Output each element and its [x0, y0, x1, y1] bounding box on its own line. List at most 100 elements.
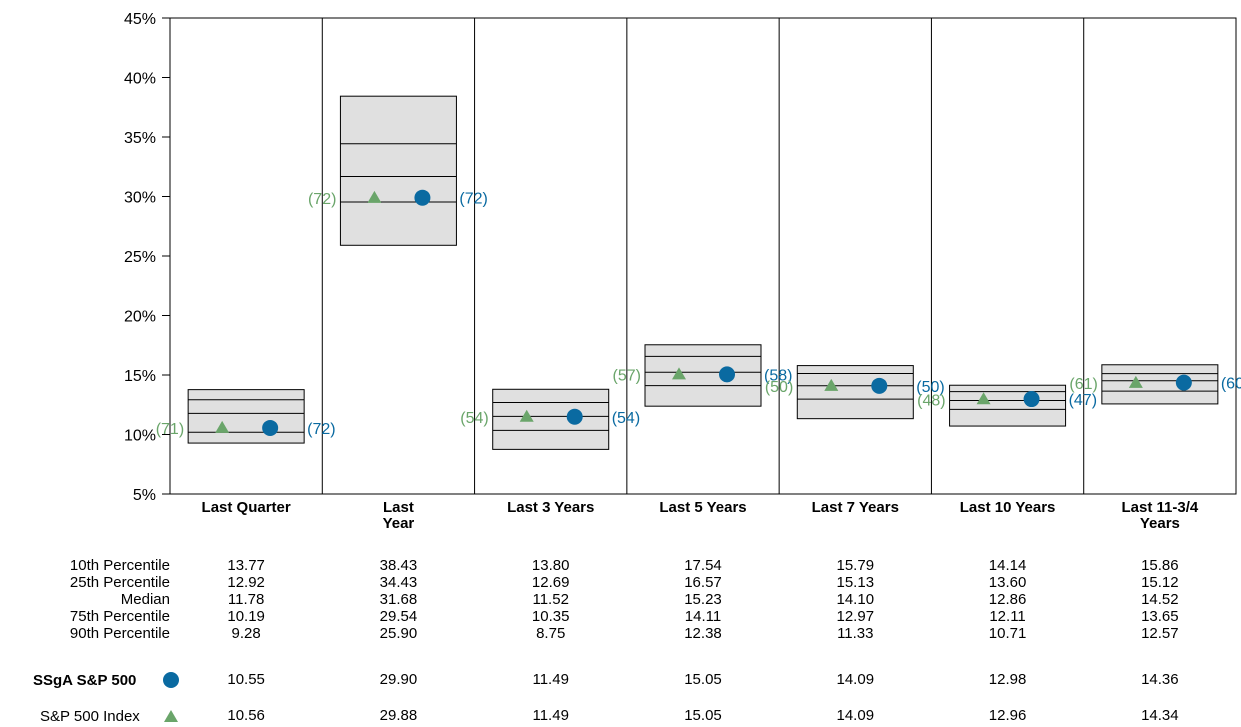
x-category-label: Last 3 Years — [507, 499, 594, 516]
y-tick-label: 30% — [124, 190, 156, 207]
x-category-label: Last 5 Years — [659, 499, 746, 516]
fund-circle-marker — [414, 189, 431, 206]
percentile-row-label: 75th Percentile — [69, 608, 170, 625]
percentile-value: 25.90 — [379, 625, 418, 642]
fund-value: 10.55 — [227, 671, 265, 688]
fund-value: 11.49 — [532, 671, 569, 688]
y-tick-label: 40% — [124, 71, 156, 88]
percentile-box — [187, 389, 305, 444]
fund-value: 29.90 — [379, 671, 418, 688]
fund-rank-label: (60) — [1221, 376, 1241, 393]
fund-rank-label: (54) — [612, 410, 640, 427]
percentile-value: 15.12 — [1141, 574, 1179, 591]
benchmark-value: 14.09 — [836, 707, 875, 724]
percentile-value: 14.11 — [684, 608, 722, 625]
benchmark-value: 15.05 — [684, 707, 722, 724]
percentile-value: 15.23 — [684, 591, 722, 608]
fund-value: 15.05 — [684, 671, 722, 688]
percentile-value: 12.11 — [989, 608, 1026, 625]
percentile-value: 16.57 — [684, 574, 722, 591]
benchmark-rank-label: (72) — [308, 191, 336, 208]
percentile-value: 15.13 — [836, 574, 875, 591]
x-category-label: Year — [383, 515, 415, 532]
percentile-value: 14.52 — [1141, 591, 1179, 608]
benchmark-rank-label: (48) — [917, 392, 945, 409]
x-category-label: Years — [1140, 515, 1180, 532]
percentile-value: 29.54 — [379, 608, 418, 625]
percentile-value: 10.19 — [227, 608, 265, 625]
percentile-value: 10.71 — [988, 625, 1027, 642]
percentile-value: 14.14 — [988, 557, 1027, 574]
percentile-value: 31.68 — [379, 591, 418, 608]
percentile-value: 11.33 — [837, 625, 874, 642]
benchmark-value: 14.34 — [1141, 707, 1179, 724]
percentile-value: 12.38 — [684, 625, 722, 642]
y-tick-label: 45% — [124, 11, 156, 28]
percentile-box — [1101, 364, 1219, 405]
fund-circle-marker — [871, 377, 888, 394]
percentile-value: 12.97 — [836, 608, 875, 625]
benchmark-value: 29.88 — [379, 707, 418, 724]
benchmark-value: 11.49 — [532, 707, 569, 724]
benchmark-rank-label: (54) — [460, 410, 488, 427]
percentile-box — [644, 344, 762, 407]
percentile-value: 8.75 — [536, 625, 566, 642]
benchmark-value: 12.96 — [988, 707, 1027, 724]
fund-circle-marker — [719, 366, 735, 383]
percentile-value: 34.43 — [379, 574, 418, 591]
percentile-value: 12.57 — [1141, 625, 1179, 642]
y-tick-label: 35% — [124, 130, 156, 147]
fund-circle-marker — [1023, 391, 1040, 408]
percentile-row-label: Median — [120, 591, 170, 608]
fund-value: 14.09 — [836, 671, 875, 688]
y-tick-label: 25% — [124, 249, 156, 266]
percentile-row-label: 10th Percentile — [69, 557, 170, 574]
percentile-value: 13.60 — [988, 574, 1027, 591]
x-category-label: Last — [383, 499, 414, 516]
fund-rank-label: (72) — [307, 421, 335, 438]
benchmark-legend-label: S&P 500 Index — [40, 708, 140, 725]
percentile-value: 14.10 — [836, 591, 875, 608]
percentile-value: 13.65 — [1141, 608, 1179, 625]
benchmark-rank-label: (57) — [613, 367, 641, 384]
percentile-value: 12.69 — [531, 574, 570, 591]
y-tick-label: 5% — [133, 487, 156, 504]
percentile-box — [492, 388, 610, 450]
x-category-label: Last 10 Years — [960, 499, 1056, 516]
fund-legend-label: SSgA S&P 500 — [33, 672, 137, 689]
benchmark-rank-label: (61) — [1069, 376, 1097, 393]
box-plot-chart: 5% 10% 15% 20% 25% 30% 35% 40% 45% Last Quarter La… — [124, 11, 1241, 722]
percentile-value: 9.28 — [231, 625, 261, 642]
percentile-value: 10.35 — [531, 608, 570, 625]
x-category-label: Last 7 Years — [812, 499, 899, 516]
y-tick-label: 15% — [124, 368, 156, 385]
fund-legend-circle-icon — [163, 672, 179, 688]
fund-circle-marker — [1175, 374, 1192, 391]
x-category-label: Last 11-3/4 — [1121, 499, 1198, 516]
fund-circle-marker — [262, 419, 279, 436]
percentile-box — [339, 95, 457, 246]
percentile-value: 17.54 — [684, 557, 722, 574]
benchmark-rank-label: (71) — [156, 421, 184, 438]
percentile-row-label: 25th Percentile — [69, 574, 170, 591]
fund-value: 14.36 — [1141, 671, 1179, 688]
fund-circle-marker — [566, 408, 583, 425]
y-tick-label: 10% — [124, 428, 156, 445]
percentile-value: 13.77 — [227, 557, 265, 574]
percentile-value: 11.78 — [227, 591, 265, 608]
benchmark-legend-triangle-icon — [164, 710, 178, 722]
percentile-value: 11.52 — [532, 591, 569, 608]
y-tick-label: 20% — [124, 309, 156, 326]
x-category-label: Last Quarter — [202, 499, 291, 516]
percentile-value: 13.80 — [531, 557, 570, 574]
percentile-value: 38.43 — [379, 557, 418, 574]
percentile-value: 12.86 — [988, 591, 1027, 608]
fund-value: 12.98 — [988, 671, 1027, 688]
fund-rank-label: (47) — [1069, 392, 1097, 409]
percentile-value: 12.92 — [227, 574, 265, 591]
percentile-row-label: 90th Percentile — [69, 625, 170, 642]
percentile-value: 15.79 — [836, 557, 875, 574]
benchmark-rank-label: (50) — [765, 379, 793, 396]
percentile-value: 15.86 — [1141, 557, 1179, 574]
benchmark-value: 10.56 — [227, 707, 265, 724]
